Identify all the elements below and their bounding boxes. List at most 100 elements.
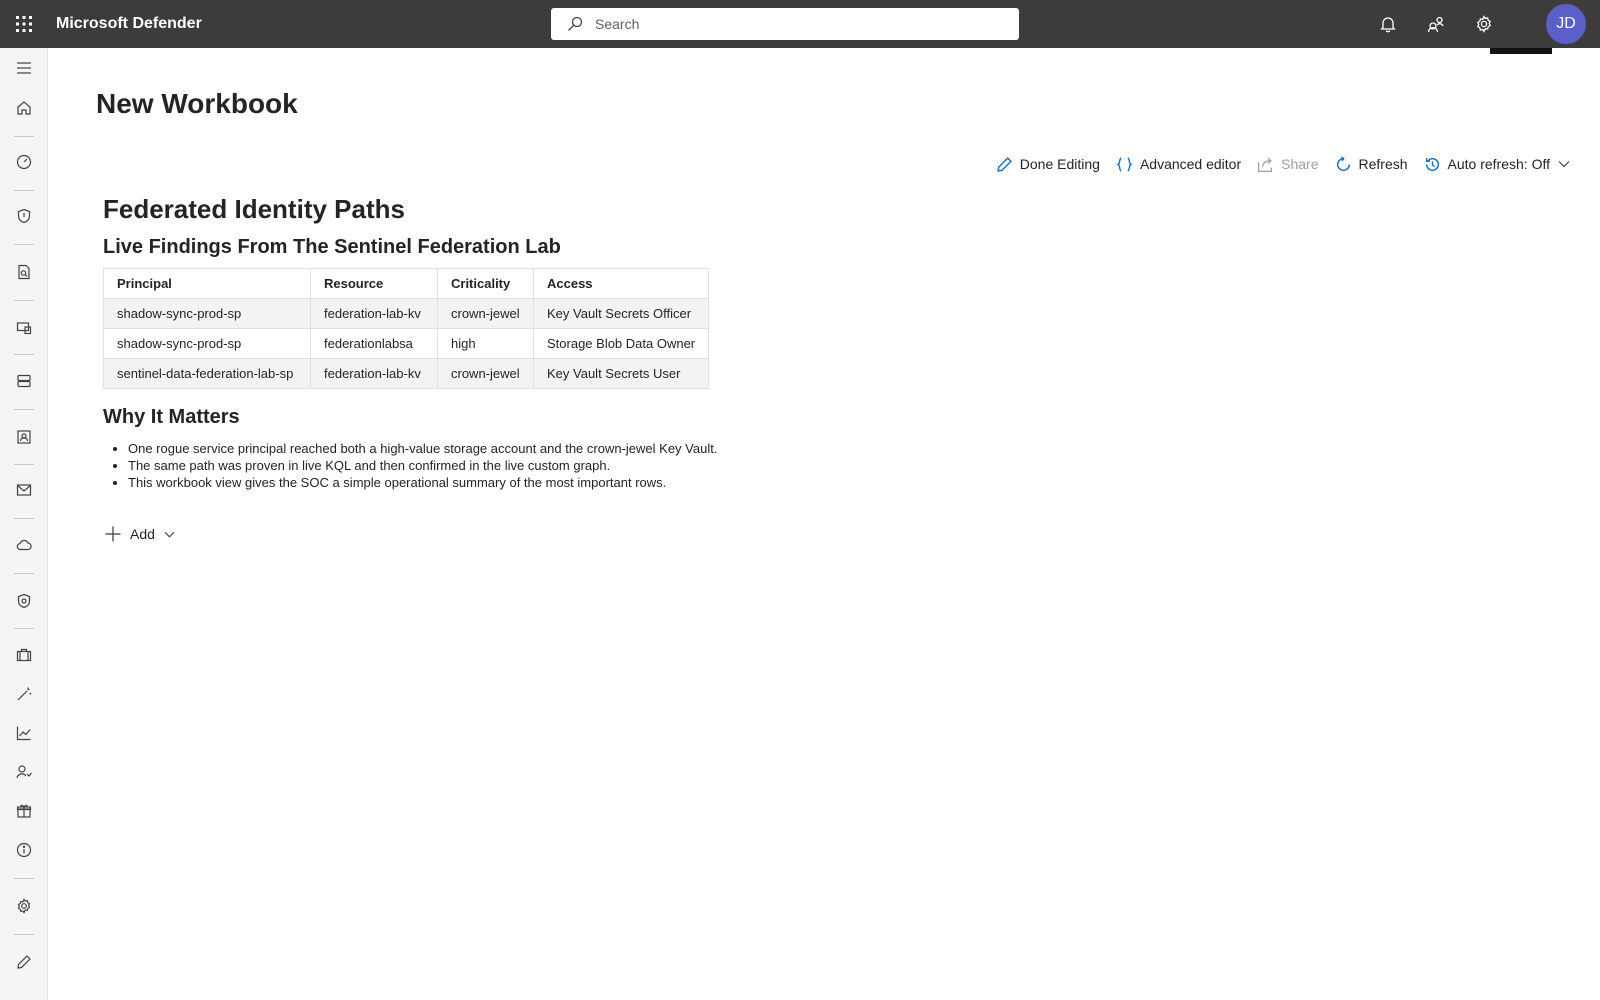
info-icon [16, 842, 32, 858]
table-row[interactable]: shadow-sync-prod-sp federation-lab-kv cr… [103, 298, 710, 329]
refresh-label: Refresh [1358, 156, 1408, 172]
cloud-icon [16, 539, 32, 551]
nav-divider [14, 409, 34, 410]
workbook-title: Federated Identity Paths [103, 194, 405, 224]
nav-exposure[interactable] [0, 196, 48, 236]
magic-wand-icon [17, 687, 32, 701]
nav-cases[interactable] [0, 635, 48, 675]
list-item: This workbook view gives the SOC a simpl… [128, 474, 717, 491]
nav-customize[interactable] [0, 942, 48, 982]
nav-learning[interactable] [0, 752, 48, 792]
left-nav-rail [0, 48, 48, 1000]
nav-assets[interactable] [0, 308, 48, 348]
gear-icon [17, 898, 31, 914]
table-row[interactable]: sentinel-data-federation-lab-sp federati… [103, 358, 710, 389]
table-cell: sentinel-data-federation-lab-sp [103, 358, 311, 389]
table-cell: Key Vault Secrets Officer [532, 298, 710, 329]
pencil-icon [997, 156, 1012, 172]
advanced-editor-button[interactable]: Advanced editor [1116, 156, 1241, 173]
gauge-icon [16, 154, 32, 170]
nav-settings[interactable] [0, 886, 48, 926]
nav-email[interactable] [0, 470, 48, 510]
nav-divider [14, 190, 34, 191]
table-cell: crown-jewel [437, 358, 534, 389]
table-row[interactable]: shadow-sync-prod-sp federationlabsa high… [103, 328, 710, 359]
notifications-button[interactable] [1364, 0, 1412, 48]
table-cell: federation-lab-kv [310, 358, 438, 389]
done-editing-button[interactable]: Done Editing [996, 156, 1100, 173]
add-label: Add [130, 526, 155, 542]
nav-home[interactable] [0, 88, 48, 128]
gift-icon [16, 804, 32, 818]
nav-endpoints[interactable] [0, 361, 48, 401]
nav-sentinel[interactable] [0, 581, 48, 621]
devices-icon [16, 322, 32, 335]
app-launcher-button[interactable] [0, 0, 48, 48]
table-cell: Storage Blob Data Owner [532, 328, 710, 359]
column-header[interactable]: Resource [310, 268, 438, 299]
table-cell: crown-jewel [437, 298, 534, 329]
share-icon [1258, 157, 1273, 172]
nav-identities[interactable] [0, 417, 48, 457]
auto-refresh-dropdown[interactable]: Auto refresh: Off [1424, 156, 1570, 173]
chevron-down-icon [164, 531, 175, 538]
nav-divider [14, 136, 34, 137]
nav-divider [14, 244, 34, 245]
settings-button[interactable] [1460, 0, 1508, 48]
avatar[interactable]: JD [1546, 4, 1586, 44]
search-placeholder: Search [595, 16, 640, 32]
nav-divider [14, 464, 34, 465]
nav-partner[interactable] [0, 791, 48, 831]
table-cell: high [437, 328, 534, 359]
clock-history-icon [1425, 157, 1439, 171]
table-cell: shadow-sync-prod-sp [103, 328, 311, 359]
page-title: New Workbook [96, 88, 298, 119]
list-item: The same path was proven in live KQL and… [128, 457, 717, 474]
nav-divider [14, 354, 34, 355]
table-cell: federation-lab-kv [310, 298, 438, 329]
people-connection-icon [1427, 16, 1444, 33]
search-icon [568, 16, 583, 31]
plus-icon [105, 526, 121, 542]
top-actions [1364, 0, 1508, 48]
nav-collapse-button[interactable] [0, 48, 48, 88]
nav-divider [14, 878, 34, 879]
auto-refresh-label: Auto refresh: Off [1447, 156, 1550, 172]
column-header[interactable]: Access [532, 268, 710, 299]
refresh-button[interactable]: Refresh [1335, 155, 1408, 173]
nav-divider [14, 300, 34, 301]
advanced-editor-label: Advanced editor [1139, 156, 1242, 172]
briefcase-icon [16, 648, 32, 662]
app-title[interactable]: Microsoft Defender [56, 15, 202, 33]
person-learning-icon [16, 765, 32, 779]
chevron-down-icon [1558, 161, 1570, 168]
hamburger-icon [17, 62, 31, 74]
waffle-icon [16, 16, 32, 32]
nav-divider [14, 518, 34, 519]
why-it-matters-list: One rogue service principal reached both… [128, 440, 717, 491]
braces-icon [1116, 156, 1133, 172]
add-button[interactable]: Add [104, 525, 175, 543]
table-header-row: Principal Resource Criticality Access [103, 268, 710, 299]
nav-reports[interactable] [0, 713, 48, 753]
nav-cloud-apps[interactable] [0, 525, 48, 565]
bell-icon [1380, 17, 1396, 33]
workbook-subtitle: Live Findings From The Sentinel Federati… [103, 236, 561, 258]
nav-divider [14, 628, 34, 629]
server-icon [17, 374, 31, 388]
line-chart-icon [16, 726, 31, 741]
mail-icon [16, 484, 32, 496]
list-item: One rogue service principal reached both… [128, 440, 717, 457]
column-header[interactable]: Principal [103, 268, 311, 299]
id-card-icon [17, 430, 31, 444]
column-header[interactable]: Criticality [437, 268, 534, 299]
findings-table: Principal Resource Criticality Access sh… [103, 268, 710, 389]
share-button[interactable]: Share [1257, 156, 1319, 173]
nav-copilot[interactable] [0, 674, 48, 714]
nav-info[interactable] [0, 830, 48, 870]
nav-investigation[interactable] [0, 252, 48, 292]
community-button[interactable] [1412, 0, 1460, 48]
nav-divider [14, 573, 34, 574]
nav-incidents[interactable] [0, 142, 48, 182]
search-input[interactable]: Search [551, 8, 1019, 40]
